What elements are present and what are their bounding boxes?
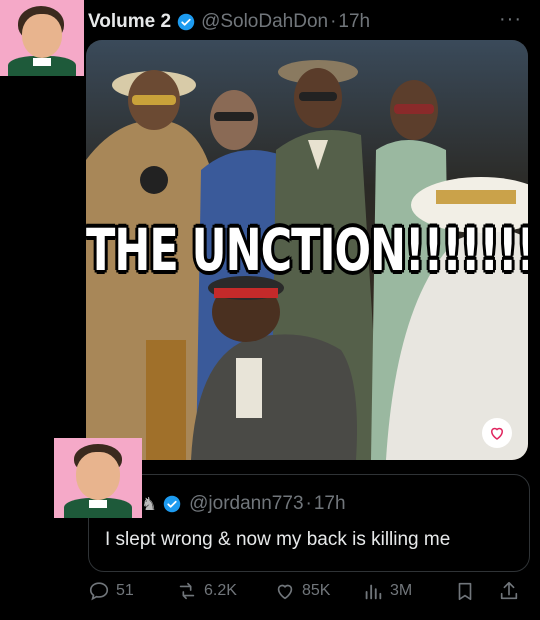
repost-count: 6.2K [204,582,237,599]
avatar-face [22,14,62,58]
display-name[interactable]: Volume 2 [88,11,171,33]
reply-count: 51 [116,582,134,599]
avatar-face [76,452,120,500]
like-button[interactable]: 85K [274,580,330,602]
more-dots-icon[interactable]: ··· [499,8,522,31]
separator: · [305,493,312,514]
repost-button[interactable]: 6.2K [176,580,237,602]
heart-outline-icon [490,427,504,440]
bookmark-icon [458,582,472,601]
reply-icon [89,582,109,601]
share-button[interactable] [498,580,526,602]
avatar-collar [33,58,51,66]
timestamp[interactable]: 17h [338,11,370,33]
avatar-collar [89,500,107,508]
meme-caption: THE UNCTION!!!!!!!! [86,217,528,285]
handle[interactable]: @SoloDahDon [201,11,328,33]
verified-badge-icon [163,495,181,513]
reply-button[interactable]: 51 [88,580,134,602]
post-media[interactable]: THE UNCTION!!!!!!!! [86,40,528,460]
quoted-meta: ♞ @jordann773 · 17h [141,493,346,515]
separator: · [330,11,337,32]
verified-badge-icon [177,13,195,31]
views-button[interactable]: 3M [362,580,412,602]
quoted-avatar[interactable] [54,438,142,518]
like-icon [277,584,293,600]
quoted-handle[interactable]: @jordann773 [189,493,303,515]
like-count: 85K [302,582,331,599]
quoted-post[interactable]: ♞ @jordann773 · 17h I slept wrong & now … [88,474,530,572]
quoted-timestamp: 17h [313,493,346,514]
bookmark-button[interactable] [454,580,482,602]
horse-emoji-icon: ♞ [141,493,158,514]
heart-icon[interactable] [482,418,512,448]
avatar[interactable] [0,0,84,76]
views-count: 3M [390,582,413,599]
views-icon [365,584,382,600]
quoted-text: I slept wrong & now my back is killing m… [105,529,451,550]
post-header: Volume 2 @SoloDahDon · 17h [88,10,370,34]
repost-icon [179,582,195,600]
share-icon [500,581,518,600]
action-bar: 51 6.2K 85K 3M [88,580,528,608]
